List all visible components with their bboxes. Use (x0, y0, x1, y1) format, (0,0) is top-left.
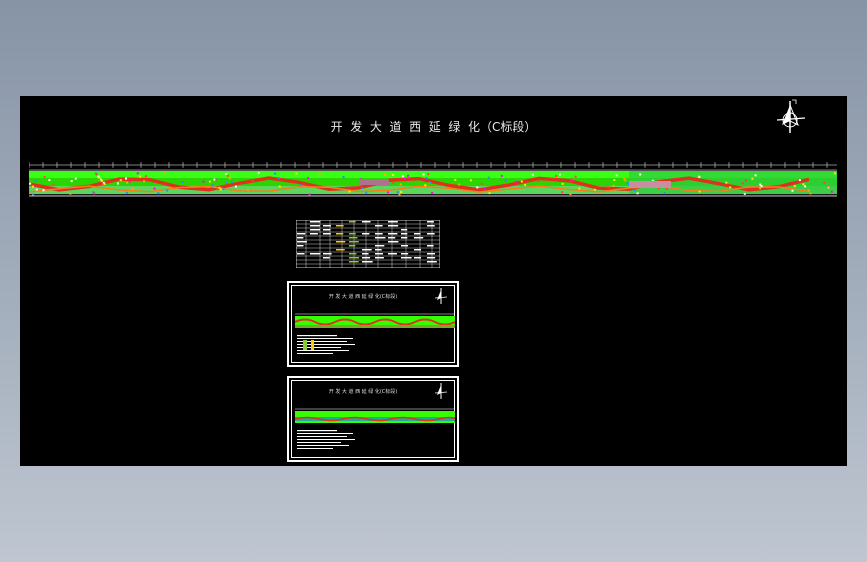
drawing-title: 开 发 大 道 西 延 绿 化（C标段） (330, 120, 537, 134)
sheet-title: 开 发 大 道 西 延 绿 化(C标段) (328, 294, 398, 300)
sheet-plan-strip (295, 313, 455, 328)
greening-plan-strip[interactable] (29, 162, 837, 199)
sheet-notes-block (297, 335, 355, 354)
north-arrow-icon (434, 288, 448, 304)
sheet-thumbnail-1[interactable]: 开 发 大 道 西 延 绿 化(C标段) (287, 281, 459, 367)
sheet-title: 开 发 大 道 西 延 绿 化(C标段) (328, 389, 398, 395)
sheet-thumbnail-2[interactable]: 开 发 大 道 西 延 绿 化(C标段) (287, 376, 459, 462)
sheet-notes-block (297, 430, 355, 449)
north-arrow-icon (434, 383, 448, 399)
sheet-plan-strip (295, 408, 455, 423)
north-arrow-icon (776, 99, 806, 133)
cad-viewport[interactable]: 开 发 大 道 西 延 绿 化（C标段） 开 发 大 道 西 延 绿 化(C标段… (20, 96, 847, 466)
plant-schedule-table[interactable] (296, 220, 440, 268)
